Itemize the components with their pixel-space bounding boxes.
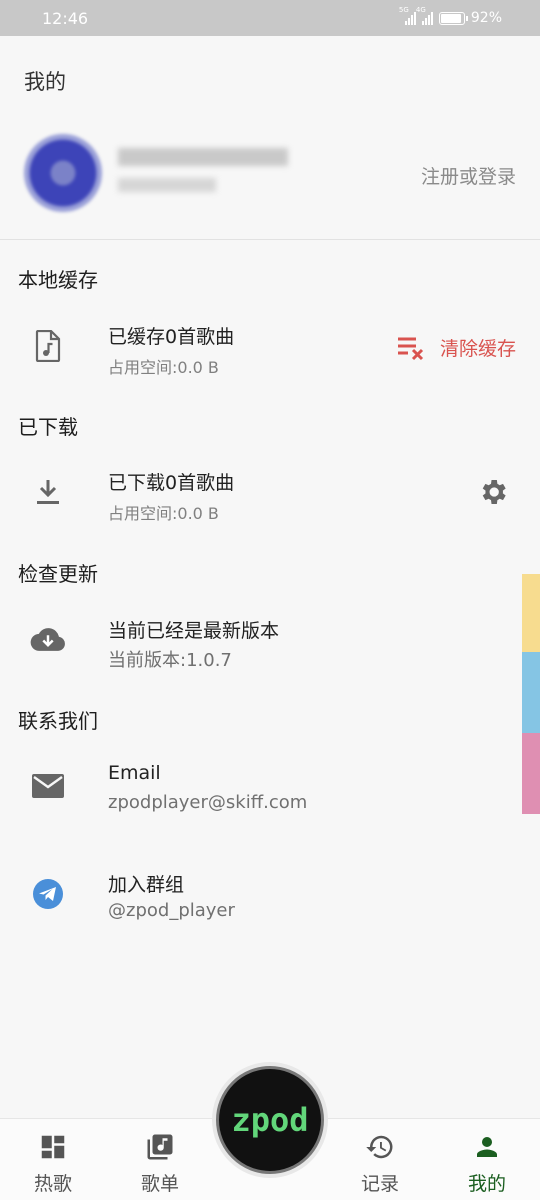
download-size: 占用空间:0.0 B <box>108 504 219 523</box>
email-row[interactable]: Email zpodplayer@skiff.com <box>0 752 540 822</box>
battery-percent: 92% <box>470 10 502 26</box>
update-row[interactable]: 当前已经是最新版本 当前版本:1.0.7 <box>0 606 540 676</box>
blurred-user-subtitle <box>118 178 216 192</box>
section-check-update: 检查更新 <box>18 562 98 586</box>
playlist-icon <box>147 1134 173 1160</box>
history-icon <box>366 1135 393 1159</box>
group-title: 加入群组 <box>108 874 185 896</box>
telegram-icon <box>30 876 66 912</box>
current-version: 当前版本:1.0.7 <box>108 650 232 671</box>
zpod-player-button[interactable]: zpod <box>216 1066 324 1174</box>
signal-5g-icon: 5G <box>399 6 416 25</box>
download-row[interactable]: 已下载0首歌曲 占用空间:0.0 B <box>0 458 540 528</box>
nav-playlists[interactable]: 歌单 <box>120 1131 200 1196</box>
telegram-group-row[interactable]: 加入群组 @zpod_player <box>0 860 540 930</box>
section-contact-us: 联系我们 <box>18 709 98 733</box>
login-register-link[interactable]: 注册或登录 <box>421 162 516 189</box>
nav-mine[interactable]: 我的 <box>447 1131 527 1196</box>
mail-icon <box>30 768 66 804</box>
nav-label-history: 记录 <box>360 1173 399 1195</box>
clear-list-icon <box>397 337 424 360</box>
side-bar-blue <box>522 652 540 733</box>
download-icon <box>30 474 66 510</box>
profile-header[interactable]: 注册或登录 <box>0 126 540 230</box>
cache-count: 已缓存0首歌曲 <box>108 326 235 348</box>
status-bar: 12:46 5G 4G 92% <box>0 0 540 36</box>
side-color-strip <box>522 574 540 814</box>
cache-row[interactable]: 已缓存0首歌曲 占用空间:0.0 B 清除缓存 <box>0 312 540 382</box>
cache-size: 占用空间:0.0 B <box>108 358 219 377</box>
gear-icon <box>482 480 506 504</box>
clear-cache-button[interactable]: 清除缓存 <box>396 334 516 361</box>
signal-4g-icon: 4G <box>416 6 433 25</box>
side-bar-yellow <box>522 574 540 652</box>
download-settings-button[interactable] <box>476 475 510 509</box>
email-title: Email <box>108 762 161 784</box>
nav-hot-songs[interactable]: 热歌 <box>13 1131 93 1196</box>
music-file-icon <box>30 328 66 364</box>
side-bar-pink <box>522 733 540 814</box>
nav-history[interactable]: 记录 <box>340 1131 420 1196</box>
clear-cache-label: 清除缓存 <box>439 338 516 360</box>
nav-label-playlists: 歌单 <box>140 1173 179 1195</box>
status-icons: 5G 4G 92% <box>399 6 502 26</box>
divider <box>0 239 540 240</box>
page-title: 我的 <box>24 70 66 94</box>
nav-label-hot-songs: 热歌 <box>33 1173 72 1195</box>
zpod-logo-text: zpod <box>231 1101 309 1139</box>
person-icon <box>477 1137 497 1157</box>
section-downloaded: 已下载 <box>18 415 78 439</box>
battery-icon <box>438 11 468 25</box>
update-status: 当前已经是最新版本 <box>108 620 280 642</box>
download-count: 已下载0首歌曲 <box>108 472 235 494</box>
dashboard-icon <box>41 1135 65 1159</box>
group-handle[interactable]: @zpod_player <box>108 900 235 921</box>
avatar[interactable] <box>24 134 102 212</box>
email-address[interactable]: zpodplayer@skiff.com <box>108 792 307 813</box>
section-local-cache: 本地缓存 <box>18 268 98 292</box>
blurred-username <box>118 148 288 166</box>
status-time: 12:46 <box>42 8 89 28</box>
nav-label-mine: 我的 <box>467 1173 506 1195</box>
cloud-download-icon <box>30 622 66 658</box>
